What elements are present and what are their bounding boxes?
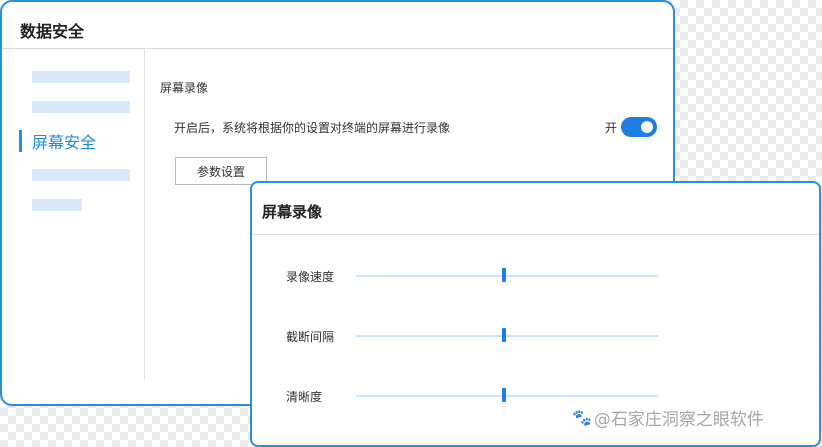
section-heading: 屏幕录像 (160, 81, 209, 95)
section-description: 开启后，系统将根据你的设置对终端的屏幕进行录像 (174, 121, 451, 135)
slider-label-cut-interval: 截断间隔 (286, 330, 335, 344)
sidebar: 屏幕安全 (2, 49, 145, 379)
active-indicator (19, 130, 22, 152)
sidebar-item-screen-security[interactable]: 屏幕安全 (19, 129, 96, 153)
toggle-state-label: 开 (605, 121, 618, 135)
cut-interval-slider[interactable] (356, 328, 658, 342)
watermark-text: @石家庄洞察之眼软件 (593, 410, 764, 430)
slider-thumb[interactable] (501, 388, 506, 402)
watermark: 🐾 @石家庄洞察之眼软件 (572, 405, 764, 430)
paw-icon: 🐾 (572, 408, 592, 427)
recording-speed-slider[interactable] (356, 268, 658, 282)
dialog-divider (252, 234, 819, 235)
sidebar-item-placeholder-3[interactable] (32, 169, 130, 181)
sidebar-item-label: 屏幕安全 (32, 133, 97, 152)
dialog-title: 屏幕录像 (262, 203, 323, 221)
slider-thumb[interactable] (501, 328, 506, 342)
slider-label-clarity: 清晰度 (286, 390, 323, 404)
parameter-settings-button[interactable]: 参数设置 (175, 157, 267, 185)
sidebar-item-placeholder-1[interactable] (32, 71, 130, 83)
window-title: 数据安全 (20, 22, 85, 41)
slider-thumb[interactable] (501, 268, 506, 282)
slider-label-recording-speed: 录像速度 (286, 270, 335, 284)
clarity-slider[interactable] (356, 388, 658, 402)
sidebar-item-placeholder-4[interactable] (32, 199, 82, 211)
toggle-knob (641, 121, 653, 133)
sidebar-item-placeholder-2[interactable] (32, 101, 130, 113)
screen-recording-toggle[interactable] (621, 117, 657, 137)
